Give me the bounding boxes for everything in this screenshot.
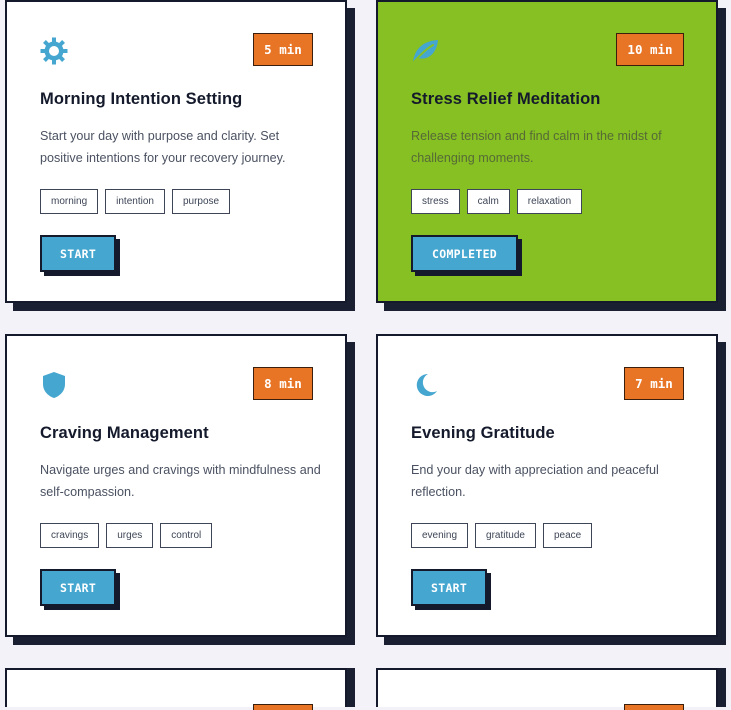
tag: morning [40,189,99,214]
practice-card-craving-management: 8 min Craving Management Navigate urges … [5,334,347,637]
start-button[interactable]: START [40,235,117,272]
tag: calm [466,189,510,214]
tag: control [160,523,213,548]
shield-icon [39,370,69,400]
tag: evening [411,523,469,548]
card-title: Stress Relief Meditation [411,90,601,108]
tag: gratitude [475,523,536,548]
tag: stress [411,189,460,214]
tag-list: morning intention purpose [40,189,231,214]
practice-card-evening-gratitude: 7 min Evening Gratitude End your day wit… [376,334,718,637]
start-button[interactable]: START [411,569,488,606]
card-description: Navigate urges and cravings with mindful… [40,463,321,499]
completed-button[interactable]: COMPLETED [411,235,519,272]
start-button[interactable]: START [40,569,117,606]
duration-badge: 10 min [616,33,684,66]
card-title: Evening Gratitude [411,424,555,442]
practice-card-partial [376,668,718,710]
practice-grid: 5 min Morning Intention Setting Start yo… [0,0,731,710]
card-description: Release tension and find calm in the mid… [411,129,662,165]
moon-icon [410,370,440,400]
practice-card-stress-relief: 10 min Stress Relief Meditation Release … [376,0,718,303]
tag: urges [106,523,154,548]
duration-badge: 8 min [253,367,313,400]
tag-list: cravings urges control [40,523,213,548]
tag-list: stress calm relaxation [411,189,583,214]
duration-badge: 7 min [624,367,684,400]
practice-card-partial [5,668,347,710]
tag: relaxation [516,189,583,214]
tag: intention [105,189,165,214]
duration-badge [624,704,684,710]
tag: peace [542,523,593,548]
leaf-icon [410,36,440,66]
practice-card-morning-intention: 5 min Morning Intention Setting Start yo… [5,0,347,303]
sun-icon [39,36,69,66]
card-description: Start your day with purpose and clarity.… [40,129,286,165]
tag: cravings [40,523,100,548]
duration-badge: 5 min [253,33,313,66]
card-description: End your day with appreciation and peace… [411,463,659,499]
tag-list: evening gratitude peace [411,523,593,548]
tag: purpose [171,189,231,214]
card-title: Morning Intention Setting [40,90,243,108]
duration-badge [253,704,313,710]
card-title: Craving Management [40,424,209,442]
